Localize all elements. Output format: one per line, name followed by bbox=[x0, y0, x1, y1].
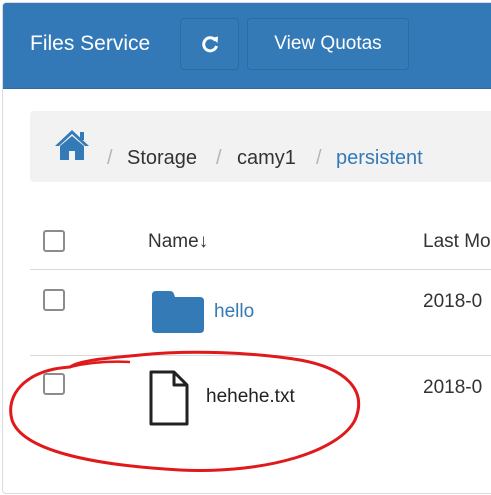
refresh-icon bbox=[201, 36, 218, 53]
last-modified-hello: 2018-0 bbox=[423, 291, 483, 312]
folder-icon bbox=[152, 291, 204, 333]
sort-desc-icon: ↓ bbox=[198, 231, 209, 252]
last-modified-hehehe: 2018-0 bbox=[423, 377, 483, 398]
breadcrumb-item-storage[interactable]: Storage bbox=[127, 147, 197, 170]
breadcrumb-item-persistent: persistent bbox=[336, 147, 423, 169]
files-service-panel: Files Service View Quotas / Storage / ca… bbox=[2, 2, 491, 494]
breadcrumb-separator: / bbox=[316, 147, 322, 169]
row-divider bbox=[30, 355, 491, 356]
home-icon[interactable] bbox=[54, 129, 90, 161]
file-link-hello[interactable]: hello bbox=[214, 301, 254, 323]
panel-header: Files Service View Quotas bbox=[3, 3, 491, 89]
row-checkbox-hello[interactable] bbox=[43, 289, 65, 311]
file-icon bbox=[149, 370, 189, 426]
breadcrumb-separator: / bbox=[216, 147, 222, 169]
select-all-checkbox[interactable] bbox=[43, 230, 65, 252]
column-header-name[interactable]: Name↓ bbox=[148, 231, 208, 253]
breadcrumb-separator: / bbox=[107, 147, 113, 169]
header-title: Files Service bbox=[30, 32, 151, 55]
row-checkbox-hehehe[interactable] bbox=[43, 373, 65, 395]
breadcrumb-item-camy1[interactable]: camy1 bbox=[237, 147, 296, 170]
refresh-button[interactable] bbox=[180, 18, 239, 70]
view-quotas-label: View Quotas bbox=[274, 33, 382, 54]
column-name-label: Name bbox=[148, 231, 199, 252]
breadcrumb: / Storage / camy1 / persistent bbox=[30, 111, 491, 182]
file-name-hehehe[interactable]: hehehe.txt bbox=[206, 386, 295, 408]
view-quotas-button[interactable]: View Quotas bbox=[247, 18, 409, 70]
column-header-last-modified[interactable]: Last Mo bbox=[423, 231, 491, 253]
header-divider bbox=[30, 269, 491, 270]
